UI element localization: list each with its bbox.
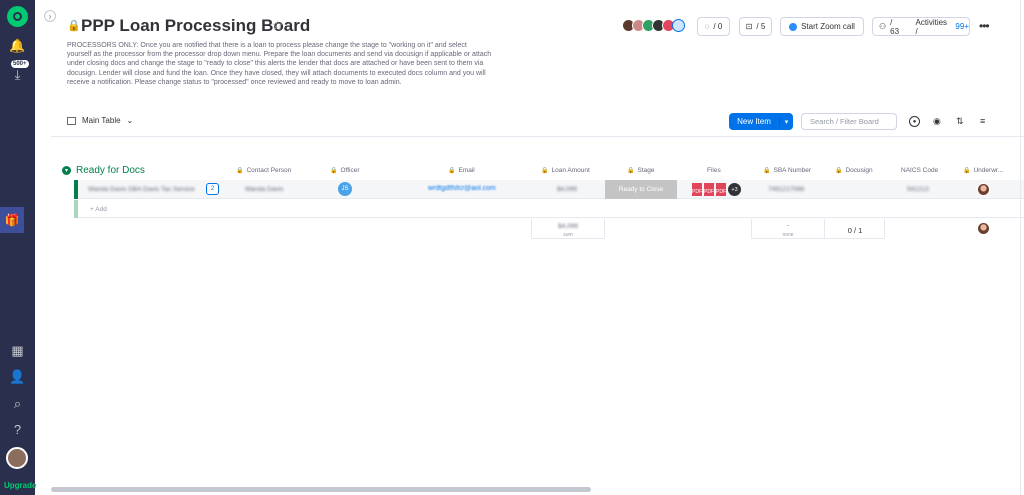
more-files-badge[interactable]: +3 bbox=[728, 183, 741, 196]
item-updates-icon[interactable]: 2 bbox=[206, 183, 219, 195]
officer-avatar[interactable]: JS bbox=[338, 182, 352, 196]
user-avatar[interactable] bbox=[6, 447, 28, 469]
person-filter-icon[interactable]: ● bbox=[909, 116, 920, 127]
underwriter-avatar[interactable] bbox=[977, 183, 990, 196]
gift-icon[interactable]: 🎁 bbox=[0, 207, 24, 233]
group-color-bar bbox=[74, 180, 78, 199]
chat-icon: ◌ bbox=[704, 22, 710, 31]
add-item-input[interactable]: + Add bbox=[90, 206, 107, 213]
activity-pill[interactable]: ◌/ 0 bbox=[697, 17, 730, 36]
summary-docusign-value: 0 / 1 bbox=[847, 226, 863, 235]
right-border bbox=[1020, 0, 1021, 495]
collapse-group-icon[interactable]: ▾ bbox=[62, 166, 71, 175]
board-description[interactable]: PROCESSORS ONLY: Once you are notified t… bbox=[67, 41, 492, 87]
bell-icon[interactable]: 🔔 bbox=[9, 37, 26, 54]
search-icon[interactable]: ⌕ bbox=[9, 395, 26, 412]
upgrade-link[interactable]: Upgrade bbox=[4, 481, 36, 490]
naics-code-cell[interactable]: 541213 bbox=[907, 186, 929, 193]
monday-logo-icon[interactable] bbox=[7, 6, 28, 27]
new-item-button[interactable]: New Item ▾ bbox=[729, 113, 793, 130]
calendar-icon[interactable]: ▦ bbox=[9, 342, 26, 359]
board-subscribers[interactable] bbox=[622, 19, 685, 34]
column-header-email[interactable]: 🔒 Email bbox=[448, 167, 475, 174]
integrations-pill[interactable]: ⊡/ 5 bbox=[739, 17, 772, 36]
subscriber-avatar bbox=[672, 19, 685, 32]
column-header-files[interactable]: Files bbox=[707, 167, 721, 174]
column-header-docusign[interactable]: 🔒 Docusign bbox=[835, 167, 873, 174]
lock-icon: 🔒 bbox=[448, 168, 456, 174]
lock-icon: 🔒 bbox=[963, 168, 971, 174]
search-filter-input[interactable]: Search / Filter Board bbox=[801, 113, 897, 130]
item-name[interactable]: Wanda Davis DBA Davis Tax Service bbox=[88, 186, 195, 193]
column-header-officer[interactable]: 🔒 Officer bbox=[330, 167, 360, 174]
lock-icon: 🔒 bbox=[835, 168, 843, 174]
lock-icon: 🔒 bbox=[67, 20, 81, 32]
sba-number-cell[interactable]: 7491217088 bbox=[768, 186, 804, 193]
group-title[interactable]: ▾ Ready for Docs bbox=[62, 165, 145, 176]
email-cell[interactable]: wrdtgdtfsfcr@aol.com bbox=[428, 185, 496, 192]
summary-loan-amount-label: sum bbox=[563, 232, 573, 238]
column-header-loan-amount[interactable]: 🔒 Loan Amount bbox=[541, 167, 590, 174]
zoom-call-button[interactable]: Start Zoom call bbox=[780, 17, 864, 36]
integrations-icon: ⊡ bbox=[745, 22, 753, 31]
table-icon bbox=[67, 116, 76, 125]
lock-icon: 🔒 bbox=[627, 168, 635, 174]
more-options-icon[interactable]: ••• bbox=[979, 19, 990, 33]
pdf-file-icon[interactable]: PDF bbox=[716, 183, 726, 196]
contact-person-cell[interactable]: Wanda Davis bbox=[245, 186, 283, 193]
inbox-icon[interactable]: ⤓ bbox=[9, 66, 26, 83]
column-header-contact-person[interactable]: 🔒 Contact Person bbox=[236, 167, 291, 174]
summary-loan-amount-value: $4,099 bbox=[558, 223, 578, 230]
pdf-file-icon[interactable]: PDF bbox=[704, 183, 714, 196]
chevron-down-icon: ⌄ bbox=[126, 116, 134, 125]
toolbar-divider bbox=[51, 136, 1024, 137]
left-nav-rail: 🔔 ⤓ 500+ 🎁 ▦ 👤 ⌕ ? Upgrade bbox=[0, 0, 36, 495]
stage-status[interactable]: Ready to Close bbox=[605, 180, 677, 199]
loan-amount-cell[interactable]: $4,099 bbox=[557, 186, 577, 193]
summary-sba-number-value: - bbox=[786, 222, 790, 229]
sort-icon[interactable]: ⇅ bbox=[956, 116, 964, 127]
lock-icon: 🔒 bbox=[763, 168, 771, 174]
eye-icon[interactable]: ◉ bbox=[933, 116, 941, 127]
zoom-icon bbox=[789, 22, 798, 31]
chevron-down-icon[interactable]: ▾ bbox=[779, 117, 793, 126]
members-icon: ⚇ bbox=[879, 22, 887, 31]
summary-sba-number-label: none bbox=[782, 232, 794, 238]
view-selector[interactable]: Main Table ⌄ bbox=[67, 116, 133, 125]
column-header-underwriter[interactable]: 🔒 Underwr... bbox=[963, 167, 1003, 174]
help-icon[interactable]: ? bbox=[9, 421, 26, 438]
members-activities-pill[interactable]: ⚇ / 63 Activities /99+ bbox=[872, 17, 970, 36]
add-item-row[interactable] bbox=[78, 200, 1024, 218]
invite-user-icon[interactable]: 👤 bbox=[9, 368, 26, 385]
inbox-badge: 500+ bbox=[11, 60, 29, 68]
column-header-stage[interactable]: 🔒 Stage bbox=[627, 167, 654, 174]
horizontal-scrollbar[interactable] bbox=[51, 487, 591, 492]
favorite-star-icon[interactable]: ☆ bbox=[271, 17, 284, 34]
column-header-naics-code[interactable]: NAICS Code bbox=[901, 167, 938, 174]
summary-underwriter-avatar bbox=[977, 222, 990, 235]
collapse-sidebar-icon[interactable]: › bbox=[44, 10, 56, 22]
pdf-file-icon[interactable]: PDF bbox=[692, 183, 702, 196]
column-header-sba-number[interactable]: 🔒 SBA Number bbox=[763, 167, 811, 174]
lock-icon: 🔒 bbox=[236, 168, 244, 174]
lock-icon: 🔒 bbox=[330, 168, 338, 174]
filter-icon[interactable]: ≡ bbox=[980, 116, 985, 126]
lock-icon: 🔒 bbox=[541, 168, 549, 174]
